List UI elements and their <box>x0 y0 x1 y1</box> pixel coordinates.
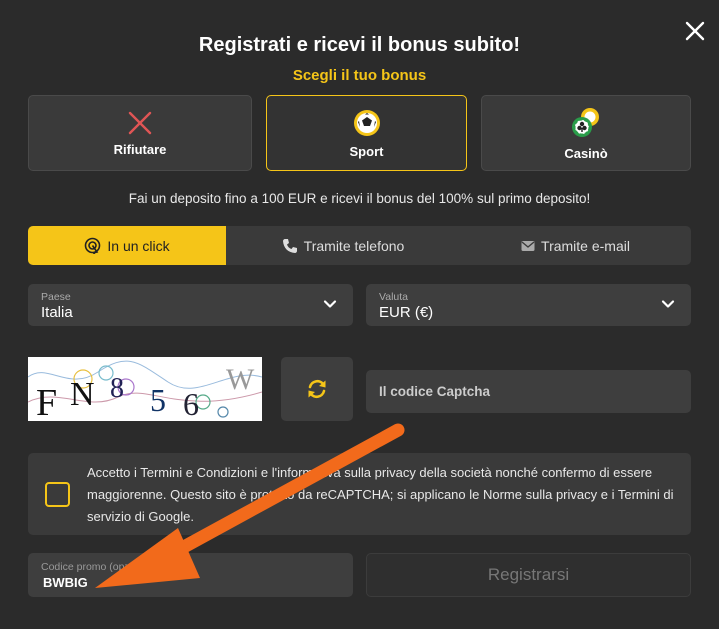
captcha-text: F N 8 5 6W <box>36 363 255 421</box>
terms-checkbox[interactable] <box>45 482 70 507</box>
terms-text: Accetto i Termini e Condizioni e l'infor… <box>87 465 674 524</box>
registration-method-tabs: In un click Tramite telefono Tramite e-m… <box>28 226 691 265</box>
tab-email[interactable]: Tramite e-mail <box>460 226 691 265</box>
currency-select-value: EUR (€) <box>379 304 434 321</box>
captcha-image: F N 8 5 6W <box>28 357 262 421</box>
refresh-icon <box>308 379 326 399</box>
chevron-down-icon <box>661 300 675 308</box>
bonus-option-sport[interactable]: Sport <box>266 95 467 171</box>
terms-box: Accetto i Termini e Condizioni e l'infor… <box>28 453 691 535</box>
tab-phone[interactable]: Tramite telefono <box>226 226 460 265</box>
tab-label: Tramite e-mail <box>541 237 630 254</box>
promo-code-label: Codice promo (opzionale) <box>41 561 162 573</box>
captcha-input[interactable] <box>366 370 691 413</box>
promo-code-field[interactable]: Codice promo (opzionale) BWBIG <box>28 553 353 597</box>
soccer-ball-icon <box>353 109 380 136</box>
phone-icon <box>282 238 297 253</box>
register-button[interactable]: Registrarsi <box>366 553 691 597</box>
bonus-option-casino[interactable]: Casinò <box>481 95 691 171</box>
modal-title: Registrati e ricevi il bonus subito! <box>198 34 521 56</box>
one-click-icon <box>85 237 101 254</box>
country-select-label: Paese <box>41 291 71 303</box>
bonus-info-text: Fai un deposito fino a 100 EUR e ricevi … <box>128 191 591 206</box>
tab-one-click[interactable]: In un click <box>28 226 226 265</box>
bonus-option-refuse[interactable]: Rifiutare <box>28 95 252 171</box>
currency-select-label: Valuta <box>379 291 408 303</box>
casino-chips-icon <box>572 107 599 137</box>
bonus-option-label: Casinò <box>564 145 608 161</box>
bonus-option-label: Sport <box>349 143 384 159</box>
currency-select[interactable]: Valuta EUR (€) <box>366 284 691 326</box>
bonus-option-label: Rifiutare <box>113 141 167 157</box>
tab-label: Tramite telefono <box>303 237 405 254</box>
chevron-down-icon <box>323 300 337 308</box>
country-select[interactable]: Paese Italia <box>28 284 353 326</box>
captcha-refresh-button[interactable] <box>281 357 353 421</box>
envelope-icon <box>521 240 535 251</box>
country-select-value: Italia <box>41 304 73 321</box>
tab-label: In un click <box>107 237 170 254</box>
promo-code-value: BWBIG <box>43 575 88 590</box>
x-icon <box>128 111 152 134</box>
bonus-subtitle: Scegli il tuo bonus <box>292 67 427 84</box>
